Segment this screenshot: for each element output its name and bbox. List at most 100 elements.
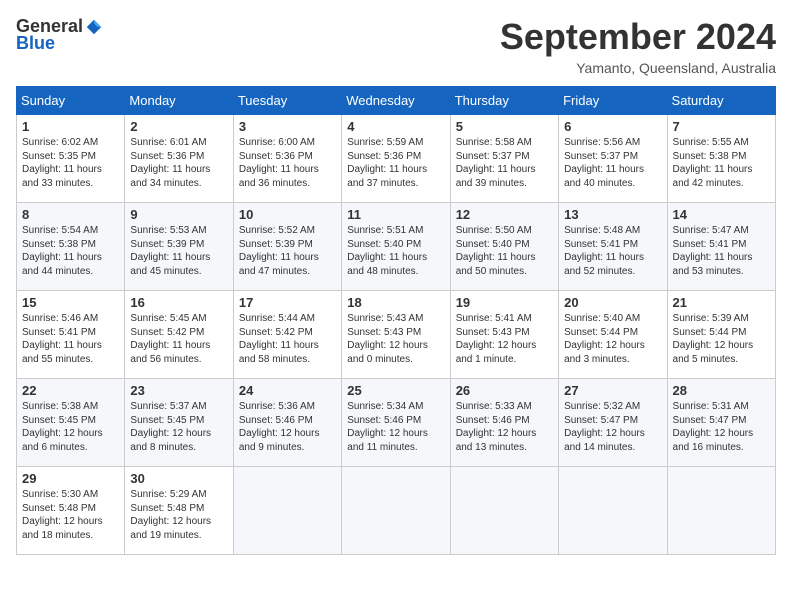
month-title: September 2024 xyxy=(500,16,776,58)
day-number: 13 xyxy=(564,207,661,222)
logo: General Blue xyxy=(16,16,103,54)
calendar-week-row: 15 Sunrise: 5:46 AM Sunset: 5:41 PM Dayl… xyxy=(17,291,776,379)
day-number: 11 xyxy=(347,207,444,222)
table-row: 28 Sunrise: 5:31 AM Sunset: 5:47 PM Dayl… xyxy=(667,379,775,467)
table-row: 11 Sunrise: 5:51 AM Sunset: 5:40 PM Dayl… xyxy=(342,203,450,291)
day-number: 24 xyxy=(239,383,336,398)
table-row: 12 Sunrise: 5:50 AM Sunset: 5:40 PM Dayl… xyxy=(450,203,558,291)
table-row: 1 Sunrise: 6:02 AM Sunset: 5:35 PM Dayli… xyxy=(17,115,125,203)
day-info: Sunrise: 6:01 AM Sunset: 5:36 PM Dayligh… xyxy=(130,136,227,190)
table-row xyxy=(342,467,450,555)
col-monday: Monday xyxy=(125,87,233,115)
col-friday: Friday xyxy=(559,87,667,115)
table-row: 16 Sunrise: 5:45 AM Sunset: 5:42 PM Dayl… xyxy=(125,291,233,379)
day-info: Sunrise: 5:41 AM Sunset: 5:43 PM Dayligh… xyxy=(456,312,553,366)
day-info: Sunrise: 5:50 AM Sunset: 5:40 PM Dayligh… xyxy=(456,224,553,278)
table-row: 22 Sunrise: 5:38 AM Sunset: 5:45 PM Dayl… xyxy=(17,379,125,467)
day-number: 20 xyxy=(564,295,661,310)
day-number: 1 xyxy=(22,119,119,134)
day-number: 5 xyxy=(456,119,553,134)
table-row: 20 Sunrise: 5:40 AM Sunset: 5:44 PM Dayl… xyxy=(559,291,667,379)
day-number: 21 xyxy=(673,295,770,310)
table-row: 15 Sunrise: 5:46 AM Sunset: 5:41 PM Dayl… xyxy=(17,291,125,379)
day-info: Sunrise: 5:33 AM Sunset: 5:46 PM Dayligh… xyxy=(456,400,553,454)
day-number: 6 xyxy=(564,119,661,134)
table-row: 19 Sunrise: 5:41 AM Sunset: 5:43 PM Dayl… xyxy=(450,291,558,379)
day-number: 17 xyxy=(239,295,336,310)
day-number: 3 xyxy=(239,119,336,134)
table-row: 8 Sunrise: 5:54 AM Sunset: 5:38 PM Dayli… xyxy=(17,203,125,291)
day-number: 8 xyxy=(22,207,119,222)
day-info: Sunrise: 5:45 AM Sunset: 5:42 PM Dayligh… xyxy=(130,312,227,366)
table-row: 27 Sunrise: 5:32 AM Sunset: 5:47 PM Dayl… xyxy=(559,379,667,467)
table-row: 9 Sunrise: 5:53 AM Sunset: 5:39 PM Dayli… xyxy=(125,203,233,291)
day-number: 19 xyxy=(456,295,553,310)
col-sunday: Sunday xyxy=(17,87,125,115)
day-info: Sunrise: 5:51 AM Sunset: 5:40 PM Dayligh… xyxy=(347,224,444,278)
day-number: 9 xyxy=(130,207,227,222)
table-row: 24 Sunrise: 5:36 AM Sunset: 5:46 PM Dayl… xyxy=(233,379,341,467)
table-row: 4 Sunrise: 5:59 AM Sunset: 5:36 PM Dayli… xyxy=(342,115,450,203)
day-info: Sunrise: 5:29 AM Sunset: 5:48 PM Dayligh… xyxy=(130,488,227,542)
day-info: Sunrise: 5:38 AM Sunset: 5:45 PM Dayligh… xyxy=(22,400,119,454)
day-number: 7 xyxy=(673,119,770,134)
day-info: Sunrise: 5:52 AM Sunset: 5:39 PM Dayligh… xyxy=(239,224,336,278)
col-thursday: Thursday xyxy=(450,87,558,115)
table-row: 6 Sunrise: 5:56 AM Sunset: 5:37 PM Dayli… xyxy=(559,115,667,203)
table-row: 21 Sunrise: 5:39 AM Sunset: 5:44 PM Dayl… xyxy=(667,291,775,379)
table-row xyxy=(559,467,667,555)
calendar-week-row: 22 Sunrise: 5:38 AM Sunset: 5:45 PM Dayl… xyxy=(17,379,776,467)
day-number: 27 xyxy=(564,383,661,398)
day-number: 22 xyxy=(22,383,119,398)
table-row: 17 Sunrise: 5:44 AM Sunset: 5:42 PM Dayl… xyxy=(233,291,341,379)
day-info: Sunrise: 5:43 AM Sunset: 5:43 PM Dayligh… xyxy=(347,312,444,366)
day-info: Sunrise: 5:58 AM Sunset: 5:37 PM Dayligh… xyxy=(456,136,553,190)
col-saturday: Saturday xyxy=(667,87,775,115)
day-info: Sunrise: 5:47 AM Sunset: 5:41 PM Dayligh… xyxy=(673,224,770,278)
table-row: 14 Sunrise: 5:47 AM Sunset: 5:41 PM Dayl… xyxy=(667,203,775,291)
day-info: Sunrise: 5:56 AM Sunset: 5:37 PM Dayligh… xyxy=(564,136,661,190)
day-info: Sunrise: 5:55 AM Sunset: 5:38 PM Dayligh… xyxy=(673,136,770,190)
day-info: Sunrise: 5:48 AM Sunset: 5:41 PM Dayligh… xyxy=(564,224,661,278)
calendar-header-row: Sunday Monday Tuesday Wednesday Thursday… xyxy=(17,87,776,115)
logo-icon xyxy=(85,18,103,36)
day-number: 15 xyxy=(22,295,119,310)
calendar-week-row: 1 Sunrise: 6:02 AM Sunset: 5:35 PM Dayli… xyxy=(17,115,776,203)
calendar-week-row: 8 Sunrise: 5:54 AM Sunset: 5:38 PM Dayli… xyxy=(17,203,776,291)
logo-blue-text: Blue xyxy=(16,33,55,53)
day-info: Sunrise: 6:00 AM Sunset: 5:36 PM Dayligh… xyxy=(239,136,336,190)
table-row: 7 Sunrise: 5:55 AM Sunset: 5:38 PM Dayli… xyxy=(667,115,775,203)
day-info: Sunrise: 5:36 AM Sunset: 5:46 PM Dayligh… xyxy=(239,400,336,454)
day-number: 23 xyxy=(130,383,227,398)
day-number: 30 xyxy=(130,471,227,486)
day-info: Sunrise: 5:30 AM Sunset: 5:48 PM Dayligh… xyxy=(22,488,119,542)
title-block: September 2024 Yamanto, Queensland, Aust… xyxy=(500,16,776,76)
day-number: 29 xyxy=(22,471,119,486)
calendar-week-row: 29 Sunrise: 5:30 AM Sunset: 5:48 PM Dayl… xyxy=(17,467,776,555)
day-info: Sunrise: 5:59 AM Sunset: 5:36 PM Dayligh… xyxy=(347,136,444,190)
table-row: 3 Sunrise: 6:00 AM Sunset: 5:36 PM Dayli… xyxy=(233,115,341,203)
table-row: 10 Sunrise: 5:52 AM Sunset: 5:39 PM Dayl… xyxy=(233,203,341,291)
day-number: 4 xyxy=(347,119,444,134)
table-row: 26 Sunrise: 5:33 AM Sunset: 5:46 PM Dayl… xyxy=(450,379,558,467)
table-row: 5 Sunrise: 5:58 AM Sunset: 5:37 PM Dayli… xyxy=(450,115,558,203)
day-info: Sunrise: 5:34 AM Sunset: 5:46 PM Dayligh… xyxy=(347,400,444,454)
calendar-table: Sunday Monday Tuesday Wednesday Thursday… xyxy=(16,86,776,555)
day-info: Sunrise: 5:37 AM Sunset: 5:45 PM Dayligh… xyxy=(130,400,227,454)
day-info: Sunrise: 5:32 AM Sunset: 5:47 PM Dayligh… xyxy=(564,400,661,454)
col-wednesday: Wednesday xyxy=(342,87,450,115)
day-info: Sunrise: 5:53 AM Sunset: 5:39 PM Dayligh… xyxy=(130,224,227,278)
day-number: 28 xyxy=(673,383,770,398)
day-number: 10 xyxy=(239,207,336,222)
day-number: 12 xyxy=(456,207,553,222)
table-row: 30 Sunrise: 5:29 AM Sunset: 5:48 PM Dayl… xyxy=(125,467,233,555)
table-row: 13 Sunrise: 5:48 AM Sunset: 5:41 PM Dayl… xyxy=(559,203,667,291)
day-number: 16 xyxy=(130,295,227,310)
day-number: 25 xyxy=(347,383,444,398)
day-number: 2 xyxy=(130,119,227,134)
day-info: Sunrise: 5:46 AM Sunset: 5:41 PM Dayligh… xyxy=(22,312,119,366)
col-tuesday: Tuesday xyxy=(233,87,341,115)
day-info: Sunrise: 5:31 AM Sunset: 5:47 PM Dayligh… xyxy=(673,400,770,454)
day-info: Sunrise: 5:39 AM Sunset: 5:44 PM Dayligh… xyxy=(673,312,770,366)
table-row: 25 Sunrise: 5:34 AM Sunset: 5:46 PM Dayl… xyxy=(342,379,450,467)
